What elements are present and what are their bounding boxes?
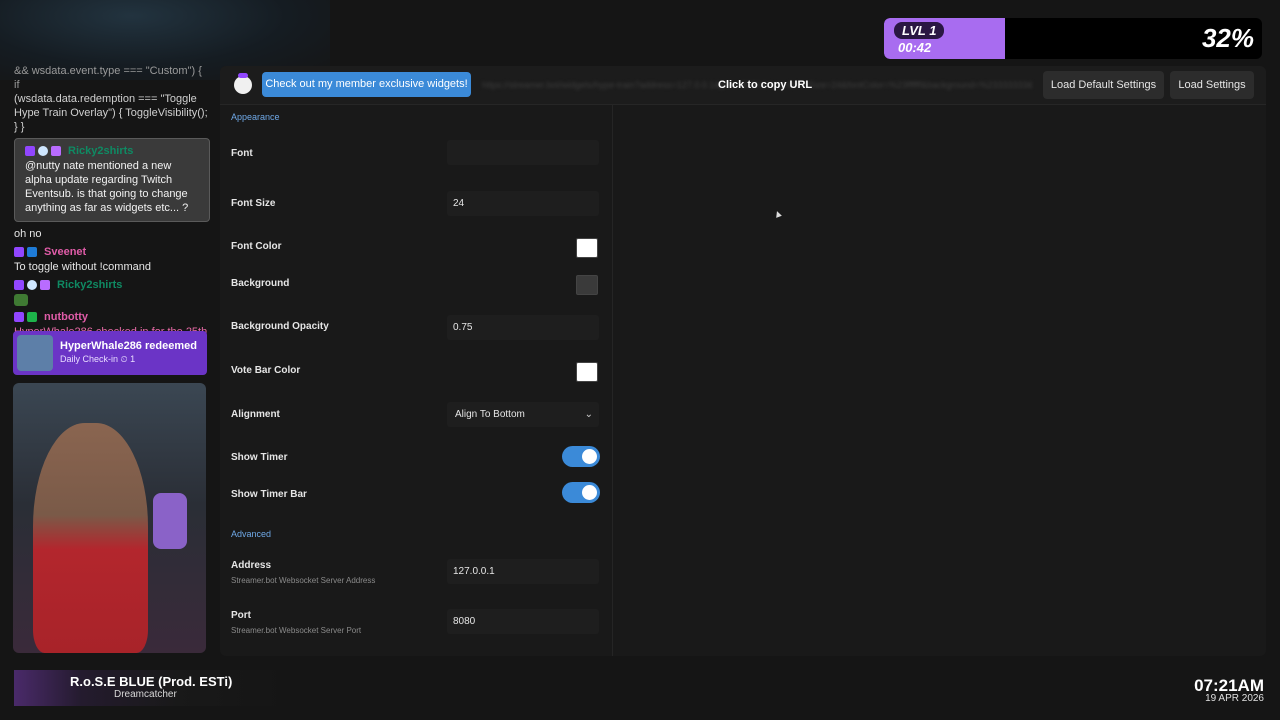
font-size-label: Font Size [231, 198, 276, 209]
song-artist: Dreamcatcher [114, 689, 177, 700]
vote-bar-color-picker[interactable] [576, 362, 598, 382]
chat-username: nutbotty [44, 311, 88, 323]
font-color-label: Font Color [231, 241, 282, 252]
vote-bar-color-label: Vote Bar Color [231, 365, 301, 376]
chat-username: Sveenet [44, 246, 87, 258]
chat-overlay: && wsdata.event.type === "Custom") { if … [14, 64, 210, 353]
chevron-down-icon: ⌄ [584, 409, 593, 420]
show-timer-bar-label: Show Timer Bar [231, 489, 307, 500]
shield-badge-icon [38, 146, 48, 156]
channel-point-redeem-card: HyperWhale286 redeemed Daily Check-in ⏲ … [13, 331, 207, 375]
background-label: Background [231, 278, 290, 289]
alignment-selected-value: Align To Bottom [455, 409, 525, 420]
font-label: Font [231, 148, 253, 159]
font-color-picker[interactable] [576, 238, 598, 258]
show-timer-toggle[interactable] [562, 446, 600, 467]
redeem-title: HyperWhale286 redeemed [60, 340, 197, 352]
chat-name-row: Ricky2shirts [25, 144, 201, 158]
hype-train-level: LVL 1 [894, 22, 945, 39]
now-playing-widget: R.o.S.E BLUE (Prod. ESTi) Dreamcatcher [14, 670, 284, 706]
background-color-picker[interactable] [576, 275, 598, 295]
clock-date: 19 APR 2026 [1205, 693, 1264, 704]
address-label: Address [231, 560, 272, 571]
avatar [17, 335, 53, 371]
song-title: R.o.S.E BLUE (Prod. ESTi) [70, 674, 233, 689]
twitch-badge-icon [25, 146, 35, 156]
twitch-badge-icon [14, 247, 24, 257]
shield-badge-icon [27, 280, 37, 290]
port-label: Port [231, 610, 251, 621]
hype-train-timer: 00:42 [898, 40, 932, 55]
alignment-label: Alignment [231, 409, 280, 420]
redeem-reward: Daily Check-in [60, 354, 119, 364]
microphone-icon [153, 493, 187, 549]
alignment-select[interactable]: Align To Bottom ⌄ [447, 402, 599, 427]
toggle-knob [582, 449, 597, 464]
chat-username: Ricky2shirts [68, 145, 134, 157]
settings-toolbar: Check out my member exclusive widgets! h… [220, 66, 1266, 105]
show-timer-label: Show Timer [231, 452, 288, 463]
toggle-knob [582, 485, 597, 500]
appearance-section-header: Appearance [231, 112, 280, 122]
show-timer-bar-toggle[interactable] [562, 482, 600, 503]
font-size-input[interactable]: 24 [447, 191, 599, 216]
chat-code-line: && wsdata.event.type === "Custom") { if [14, 65, 202, 91]
chat-name-row: Ricky2shirts [14, 278, 210, 292]
frog-emote-icon [14, 294, 28, 306]
load-default-settings-button[interactable]: Load Default Settings [1043, 71, 1164, 99]
twitch-badge-icon [14, 280, 24, 290]
chat-name-row: Sveenet [14, 245, 210, 259]
copy-url-button[interactable]: Click to copy URL [718, 79, 812, 91]
advanced-section-header: Advanced [231, 529, 272, 539]
port-input[interactable]: 8080 [447, 609, 599, 634]
streamer-bot-logo-icon [234, 73, 252, 94]
load-settings-button[interactable]: Load Settings [1170, 71, 1254, 99]
member-widgets-button[interactable]: Check out my member exclusive widgets! [262, 72, 471, 97]
chat-message-text: @nutty nate mentioned a new alpha update… [25, 160, 189, 214]
crown-badge-icon [27, 247, 37, 257]
address-description: Streamer.bot Websocket Server Address [231, 576, 376, 585]
chat-username: Ricky2shirts [57, 279, 123, 291]
twitch-badge-icon [14, 312, 24, 322]
address-input[interactable]: 127.0.0.1 [447, 559, 599, 584]
port-description: Streamer.bot Websocket Server Port [231, 626, 362, 635]
chat-code-line: (wsdata.data.redemption === "Toggle [14, 93, 197, 105]
widget-settings-panel: Check out my member exclusive widgets! h… [220, 66, 1266, 656]
chat-message-text: oh no [14, 228, 42, 240]
checkmark-badge-icon [27, 312, 37, 322]
hype-train-percent: 32% [1201, 23, 1254, 53]
font-input[interactable] [447, 140, 599, 165]
webcam-feed [13, 383, 206, 653]
streamer-figure [33, 423, 148, 653]
redeem-cost: 1 [130, 354, 136, 364]
chat-message-text: To toggle without !command [14, 261, 151, 273]
redeem-subtitle: Daily Check-in ⏲ 1 [60, 354, 135, 365]
chat-code-message: && wsdata.event.type === "Custom") { if … [14, 64, 210, 134]
chat-name-row: nutbotty [14, 310, 210, 324]
chat-highlighted-message: Ricky2shirts @nutty nate mentioned a new… [14, 138, 210, 222]
chat-code-line: Hype Train Overlay") { ToggleVisibility(… [14, 107, 208, 133]
settings-form: Appearance Font Font Size 24 Font Color … [220, 104, 613, 656]
video-badge-icon [40, 280, 50, 290]
video-badge-icon [51, 146, 61, 156]
hype-train-bar: LVL 1 00:42 32% [884, 18, 1262, 59]
clock-icon: ⏲ [120, 354, 128, 364]
background-opacity-label: Background Opacity [231, 321, 329, 332]
background-opacity-input[interactable]: 0.75 [447, 315, 599, 340]
